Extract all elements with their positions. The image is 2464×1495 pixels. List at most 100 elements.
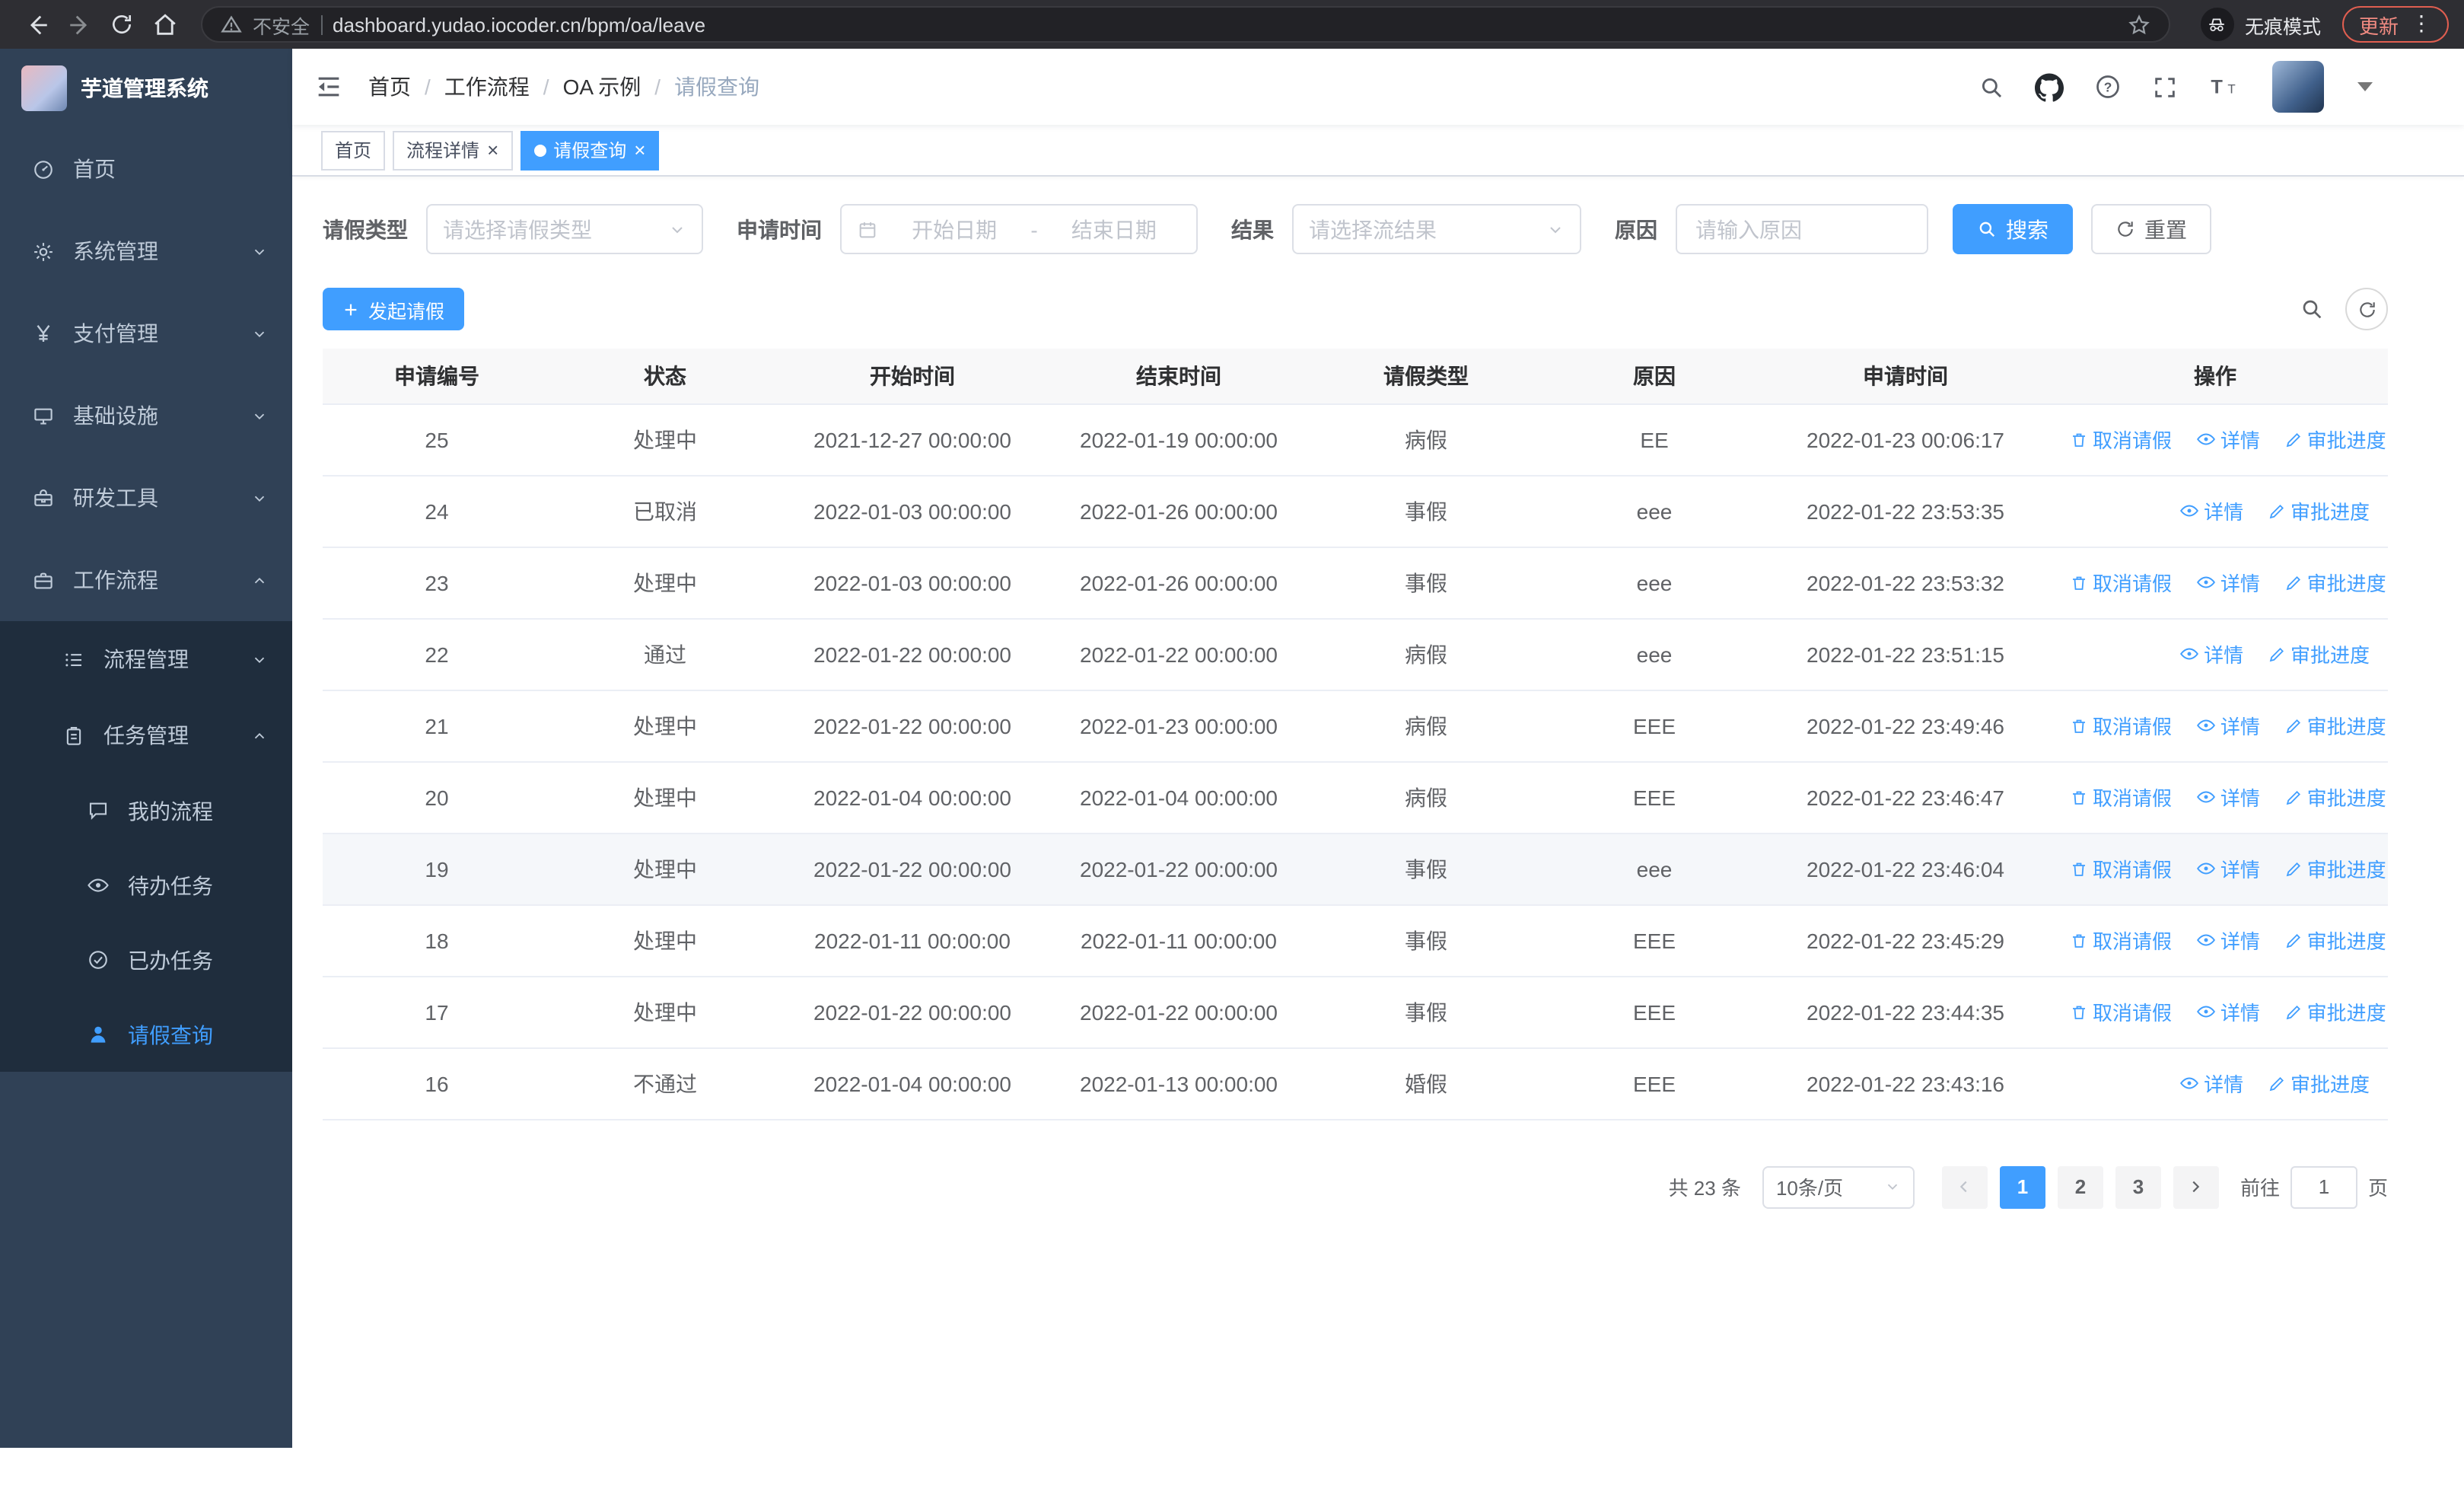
- approval-progress-link[interactable]: 审批进度: [2284, 926, 2386, 955]
- cancel-leave-link[interactable]: 取消请假: [2070, 998, 2172, 1027]
- cancel-leave-link[interactable]: 取消请假: [2070, 712, 2172, 741]
- github-icon[interactable]: [2035, 72, 2064, 101]
- cell-applied: 2022-01-22 23:51:15: [1768, 618, 2042, 690]
- browser-update-button[interactable]: 更新: [2341, 6, 2449, 43]
- tab-label: 请假查询: [553, 140, 627, 161]
- breadcrumb-item[interactable]: 工作流程: [444, 72, 549, 102]
- browser-menu-icon[interactable]: [2411, 11, 2432, 38]
- detail-link[interactable]: 详情: [2196, 997, 2260, 1026]
- apply-time-range-picker[interactable]: 开始日期 - 结束日期: [840, 204, 1198, 254]
- page-button-3[interactable]: 3: [2115, 1165, 2161, 1208]
- cell-id: 19: [323, 833, 551, 905]
- apply-time-label: 申请时间: [737, 217, 822, 241]
- sidebar-item-devtools[interactable]: 研发工具: [0, 457, 292, 539]
- close-icon[interactable]: [634, 139, 645, 161]
- table-row[interactable]: 22 通过 2022-01-22 00:00:00 2022-01-22 00:…: [323, 618, 2388, 690]
- cell-start: 2022-01-22 00:00:00: [779, 833, 1046, 905]
- col-status: 状态: [551, 349, 779, 404]
- sidebar-item-infrastructure[interactable]: 基础设施: [0, 375, 292, 457]
- header-search-icon[interactable]: [1979, 74, 2004, 100]
- table-row[interactable]: 21 处理中 2022-01-22 00:00:00 2022-01-23 00…: [323, 690, 2388, 762]
- close-icon[interactable]: [487, 139, 498, 161]
- address-bar[interactable]: 不安全 dashboard.yudao.iocoder.cn/bpm/oa/le…: [201, 6, 2170, 43]
- cell-actions: 取消请假 详情 审批进度: [2042, 904, 2388, 977]
- detail-link[interactable]: 详情: [2196, 783, 2260, 811]
- cancel-leave-link[interactable]: 取消请假: [2070, 426, 2172, 454]
- cancel-leave-link[interactable]: 取消请假: [2070, 926, 2172, 955]
- sidebar-item-my-process[interactable]: 我的流程: [0, 773, 292, 848]
- sidebar-item-task-management[interactable]: 任务管理: [0, 697, 292, 773]
- table-row[interactable]: 23 处理中 2022-01-03 00:00:00 2022-01-26 00…: [323, 547, 2388, 619]
- approval-progress-link[interactable]: 审批进度: [2284, 855, 2386, 884]
- sidebar-item-process-management[interactable]: 流程管理: [0, 621, 292, 697]
- table-row[interactable]: 19 处理中 2022-01-22 00:00:00 2022-01-22 00…: [323, 833, 2388, 905]
- tab-leave-query[interactable]: 请假查询: [520, 130, 660, 170]
- back-button[interactable]: [15, 3, 58, 46]
- next-page-button[interactable]: [2173, 1165, 2219, 1208]
- detail-link[interactable]: 详情: [2179, 496, 2243, 525]
- page-button-2[interactable]: 2: [2057, 1165, 2103, 1208]
- detail-link[interactable]: 详情: [2196, 854, 2260, 883]
- breadcrumb-item[interactable]: 首页: [368, 72, 431, 102]
- toggle-search-icon[interactable]: [2300, 297, 2324, 321]
- help-icon[interactable]: ?: [2094, 73, 2122, 100]
- prev-page-button[interactable]: [1941, 1165, 1988, 1208]
- approval-progress-link[interactable]: 审批进度: [2284, 712, 2386, 741]
- approval-progress-link[interactable]: 审批进度: [2284, 783, 2386, 812]
- create-leave-button[interactable]: 发起请假: [323, 288, 465, 330]
- approval-progress-link[interactable]: 审批进度: [2284, 569, 2386, 598]
- cell-id: 21: [323, 690, 551, 762]
- table-row[interactable]: 16 不通过 2022-01-04 00:00:00 2022-01-13 00…: [323, 1047, 2388, 1120]
- home-button[interactable]: [143, 3, 186, 46]
- sidebar-item-system[interactable]: 系统管理: [0, 210, 292, 292]
- detail-link[interactable]: 详情: [2179, 1069, 2243, 1098]
- approval-progress-link[interactable]: 审批进度: [2268, 497, 2370, 526]
- table-row[interactable]: 18 处理中 2022-01-11 00:00:00 2022-01-11 00…: [323, 904, 2388, 977]
- page-size-select[interactable]: 10条/页: [1762, 1165, 1915, 1208]
- avatar[interactable]: [2272, 61, 2324, 113]
- approval-progress-link[interactable]: 审批进度: [2284, 998, 2386, 1027]
- detail-link[interactable]: 详情: [2196, 711, 2260, 740]
- reset-button[interactable]: 重置: [2091, 204, 2211, 254]
- reason-input[interactable]: [1692, 215, 1912, 243]
- approval-progress-link[interactable]: 审批进度: [2284, 426, 2386, 454]
- clipboard-icon: [61, 724, 85, 747]
- collapse-sidebar-icon[interactable]: [314, 72, 344, 102]
- result-select[interactable]: 请选择流结果: [1292, 204, 1581, 254]
- detail-link[interactable]: 详情: [2196, 425, 2260, 454]
- sidebar-item-workflow[interactable]: 工作流程: [0, 539, 292, 621]
- tab-process-detail[interactable]: 流程详情: [393, 130, 513, 170]
- approval-progress-link[interactable]: 审批进度: [2268, 1069, 2370, 1098]
- cancel-leave-link[interactable]: 取消请假: [2070, 855, 2172, 884]
- cell-applied: 2022-01-22 23:45:29: [1768, 904, 2042, 977]
- forward-button[interactable]: [58, 3, 100, 46]
- table-row[interactable]: 17 处理中 2022-01-22 00:00:00 2022-01-22 00…: [323, 976, 2388, 1048]
- sidebar-item-todo-tasks[interactable]: 待办任务: [0, 848, 292, 923]
- font-size-icon[interactable]: TT: [2208, 73, 2242, 100]
- sidebar-item-done-tasks[interactable]: 已办任务: [0, 923, 292, 997]
- leave-type-select[interactable]: 请选择请假类型: [426, 204, 703, 254]
- approval-progress-link[interactable]: 审批进度: [2268, 640, 2370, 669]
- detail-link[interactable]: 详情: [2179, 639, 2243, 668]
- table-row[interactable]: 25 处理中 2021-12-27 00:00:00 2022-01-19 00…: [323, 403, 2388, 476]
- sidebar-item-leave-query[interactable]: 请假查询: [0, 997, 292, 1072]
- bookmark-star-icon[interactable]: [2128, 13, 2150, 36]
- detail-link[interactable]: 详情: [2196, 926, 2260, 955]
- breadcrumb-item[interactable]: OA 示例: [563, 72, 661, 102]
- fullscreen-icon[interactable]: [2152, 74, 2178, 100]
- tab-home[interactable]: 首页: [321, 130, 386, 170]
- table-row[interactable]: 20 处理中 2022-01-04 00:00:00 2022-01-04 00…: [323, 761, 2388, 834]
- refresh-table-button[interactable]: [2345, 288, 2388, 330]
- cancel-leave-link[interactable]: 取消请假: [2070, 783, 2172, 812]
- goto-page-input[interactable]: [2290, 1165, 2357, 1208]
- search-button[interactable]: 搜索: [1953, 204, 2073, 254]
- avatar-caret-icon[interactable]: [2357, 82, 2373, 91]
- sidebar-item-home[interactable]: 首页: [0, 128, 292, 210]
- table-row[interactable]: 24 已取消 2022-01-03 00:00:00 2022-01-26 00…: [323, 475, 2388, 547]
- detail-link[interactable]: 详情: [2196, 568, 2260, 597]
- cell-status: 处理中: [551, 547, 779, 619]
- page-button-1[interactable]: 1: [1999, 1165, 2045, 1208]
- sidebar-item-payment[interactable]: 支付管理: [0, 292, 292, 375]
- reload-button[interactable]: [100, 3, 143, 46]
- cancel-leave-link[interactable]: 取消请假: [2070, 569, 2172, 598]
